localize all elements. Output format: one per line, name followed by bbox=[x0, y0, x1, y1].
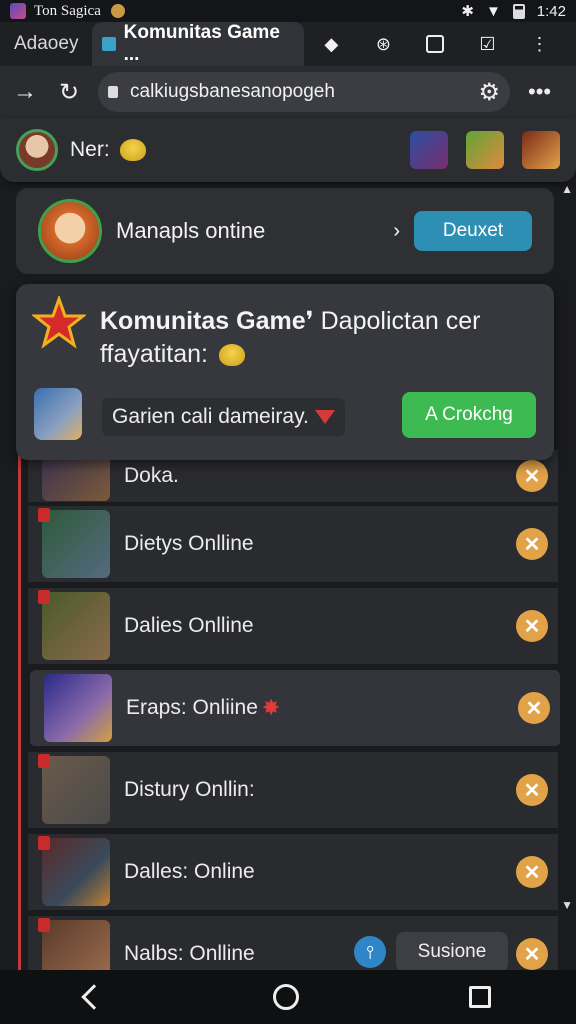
game-thumbnail bbox=[38, 836, 110, 906]
menu-icon[interactable]: ⋮ bbox=[528, 33, 550, 55]
game-thumbnail bbox=[38, 754, 110, 824]
game-thumbnail[interactable] bbox=[522, 131, 560, 169]
game-thumbnail[interactable] bbox=[410, 131, 448, 169]
popup-title-bold: Komunitas Game bbox=[100, 307, 306, 335]
url-bar: → ↻ calkiugsbanesanopogeh ⚙ ••• bbox=[0, 66, 576, 118]
address-field[interactable]: calkiugsbanesanopogeh ⚙ bbox=[98, 72, 510, 112]
forward-icon[interactable]: → bbox=[10, 78, 40, 106]
popup-title: Komunitas Game❜ Dapolictan cer bbox=[100, 306, 480, 336]
chevron-right-icon[interactable]: › bbox=[393, 220, 400, 243]
game-thumbnail bbox=[38, 918, 110, 970]
notification-icon bbox=[110, 4, 125, 18]
online-card-button[interactable]: Deuxet bbox=[414, 211, 532, 251]
list-item-title: Distury Onllin: bbox=[124, 778, 255, 801]
popup-action-button[interactable]: A Crokchg bbox=[402, 392, 536, 438]
avatar[interactable] bbox=[16, 129, 58, 171]
popup-subtitle: ffayatitan: bbox=[100, 340, 245, 369]
list-item-title: Doka. bbox=[124, 464, 179, 487]
list-item-title: Dalies Onlline bbox=[124, 614, 254, 637]
online-card-text: Manapls ontine bbox=[116, 218, 266, 243]
close-icon[interactable]: ✕ bbox=[516, 610, 548, 642]
more-icon[interactable]: ••• bbox=[528, 79, 551, 105]
checkbox-icon[interactable]: ☑ bbox=[476, 33, 498, 55]
close-icon[interactable]: ✕ bbox=[516, 938, 548, 970]
left-indicator bbox=[18, 452, 21, 970]
compass-icon[interactable]: ⊛ bbox=[372, 33, 394, 55]
game-thumbnail bbox=[38, 508, 110, 578]
list-item[interactable]: Dietys Onlline ✕ bbox=[28, 506, 558, 584]
popup-subtitle-text: ffayatitan: bbox=[100, 340, 208, 368]
emoji-icon bbox=[119, 139, 146, 162]
game-thumbnail[interactable] bbox=[466, 131, 504, 169]
lock-icon bbox=[108, 86, 118, 98]
list-item-action-button[interactable]: Susione bbox=[396, 932, 508, 970]
tab-bar: Adaoey Komunitas Game ... ◆ ⊛ ☑ ⋮ bbox=[0, 22, 576, 66]
list-item[interactable]: Nalbs: Onlline ⫯ Susione ✕ bbox=[28, 916, 558, 970]
favicon-icon bbox=[102, 37, 116, 51]
popup-title-sep: ❜ bbox=[305, 307, 321, 335]
wifi-icon: ▼ bbox=[485, 2, 501, 20]
game-thumbnail bbox=[44, 674, 112, 742]
list-item[interactable]: Dalies Onlline ✕ bbox=[28, 588, 558, 666]
badge-icon bbox=[38, 590, 50, 604]
list-item-title: Dietys Onlline bbox=[124, 532, 254, 555]
popup-note-text: Garien cali dameiray. bbox=[112, 405, 309, 428]
list-item-title: Eraps: Onliine bbox=[126, 696, 258, 719]
star-icon bbox=[32, 296, 86, 349]
cat-avatar bbox=[34, 388, 82, 440]
home-icon[interactable] bbox=[273, 984, 299, 1010]
profile-bar: Ner: bbox=[0, 118, 576, 182]
app-icon bbox=[10, 3, 26, 19]
badge-icon bbox=[38, 918, 50, 932]
status-bar: Ton Sagica ✱ ▼ 1:42 bbox=[0, 0, 576, 22]
tab-switcher-icon[interactable] bbox=[424, 33, 446, 55]
badge-icon bbox=[38, 754, 50, 768]
main-content[interactable]: ▲ Manapls ontine › Deuxet Komunitas Game… bbox=[0, 182, 576, 970]
list-item-title: Nalbs: Onlline bbox=[124, 942, 255, 965]
diamond-icon[interactable]: ◆ bbox=[320, 33, 342, 55]
url-text: calkiugsbanesanopogeh bbox=[130, 81, 335, 102]
game-thumbnail bbox=[38, 590, 110, 660]
list-item[interactable]: Eraps: Onliine ✸ ✕ bbox=[30, 670, 560, 748]
recents-icon[interactable] bbox=[469, 986, 491, 1008]
avatar bbox=[38, 199, 102, 263]
badge-icon bbox=[38, 836, 50, 850]
mic-icon[interactable]: ⫯ bbox=[354, 936, 386, 968]
profile-name: Ner: bbox=[70, 138, 146, 162]
tab-label: Adaoey bbox=[14, 33, 79, 54]
system-nav-bar bbox=[0, 970, 576, 1024]
close-icon[interactable]: ✕ bbox=[516, 774, 548, 806]
close-icon[interactable]: ✕ bbox=[518, 692, 550, 724]
list-item[interactable]: Distury Onllin: ✕ bbox=[28, 752, 558, 830]
tab-label: Komunitas Game ... bbox=[123, 22, 280, 65]
profile-name-text: Ner: bbox=[70, 138, 110, 161]
bluetooth-icon: ✱ bbox=[461, 3, 474, 20]
reload-icon[interactable]: ↻ bbox=[54, 78, 84, 107]
tab-komunitas-game[interactable]: Komunitas Game ... bbox=[92, 22, 305, 66]
battery-icon bbox=[512, 3, 525, 19]
scroll-up-icon[interactable]: ▲ bbox=[561, 182, 573, 196]
popup-note: Garien cali dameiray. bbox=[102, 398, 345, 436]
tab-adaoey[interactable]: Adaoey bbox=[0, 22, 92, 66]
emoji-icon bbox=[218, 344, 245, 367]
badge-icon bbox=[38, 508, 50, 522]
status-time: 1:42 bbox=[536, 2, 566, 20]
popup-title-rest: Dapolictan cer bbox=[320, 307, 481, 335]
online-card: Manapls ontine › Deuxet bbox=[16, 188, 554, 274]
close-icon[interactable]: ✕ bbox=[516, 460, 548, 492]
list-item-title: Dalles: Online bbox=[124, 860, 255, 883]
star-icon: ✸ bbox=[261, 695, 281, 720]
community-popup: Komunitas Game❜ Dapolictan cer ffayatita… bbox=[16, 284, 554, 460]
close-icon[interactable]: ✕ bbox=[516, 528, 548, 560]
status-app-title: Ton Sagica bbox=[34, 2, 101, 19]
settings-icon[interactable]: ⚙ bbox=[478, 78, 500, 107]
close-icon[interactable]: ✕ bbox=[516, 856, 548, 888]
back-icon[interactable] bbox=[81, 984, 107, 1010]
list-item[interactable]: Dalles: Online ✕ bbox=[28, 834, 558, 912]
scroll-down-icon[interactable]: ▼ bbox=[561, 898, 573, 912]
heart-icon bbox=[314, 410, 335, 424]
